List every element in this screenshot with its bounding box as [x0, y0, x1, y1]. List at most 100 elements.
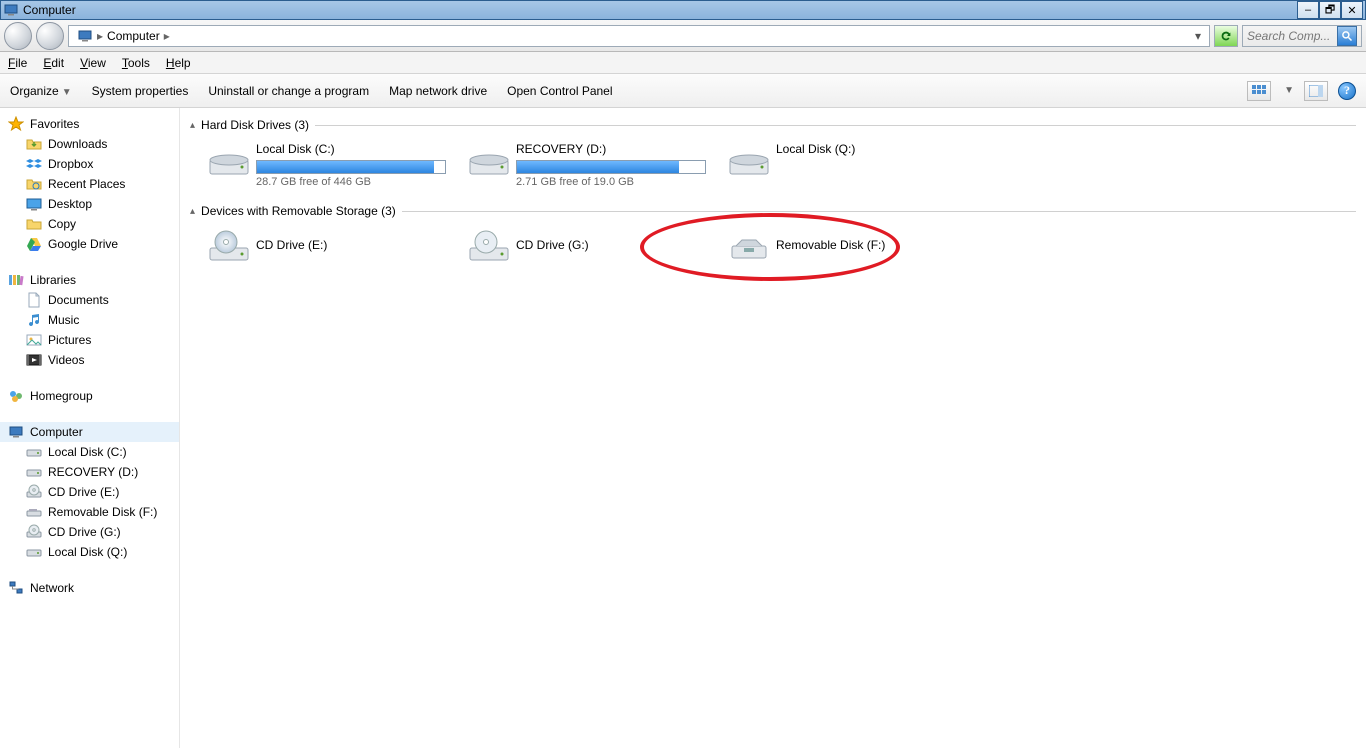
nav-network-header[interactable]: Network	[0, 578, 179, 598]
cmd-map-drive[interactable]: Map network drive	[389, 84, 487, 98]
nav-videos[interactable]: Videos	[0, 350, 179, 370]
cmd-uninstall[interactable]: Uninstall or change a program	[208, 84, 369, 98]
drive-name: Local Disk (C:)	[256, 142, 450, 156]
nav-libraries-header[interactable]: Libraries	[0, 270, 179, 290]
computer-icon	[8, 424, 24, 440]
nav-desktop[interactable]: Desktop	[0, 194, 179, 214]
libraries-icon	[8, 272, 24, 288]
nav-cd-g[interactable]: CD Drive (G:)	[0, 522, 179, 542]
section-removable-title: Devices with Removable Storage (3)	[201, 204, 396, 218]
document-icon	[26, 292, 42, 308]
content-pane: ▴ Hard Disk Drives (3) Local Disk (C:) 2…	[180, 108, 1366, 748]
disk-icon	[26, 544, 42, 560]
search-icon[interactable]	[1337, 26, 1357, 46]
drive-name: Removable Disk (F:)	[776, 238, 970, 252]
nav-computer-header[interactable]: Computer	[0, 422, 179, 442]
videos-icon	[26, 352, 42, 368]
hdd-icon	[468, 142, 510, 178]
address-bar[interactable]: ▸ Computer ▸ ▾	[68, 25, 1210, 47]
view-dropdown-icon[interactable]: ▼	[1284, 85, 1294, 96]
help-button[interactable]: ?	[1338, 82, 1356, 100]
nav-local-q[interactable]: Local Disk (Q:)	[0, 542, 179, 562]
drive-local-q[interactable]: Local Disk (Q:)	[724, 138, 974, 192]
folder-icon	[26, 216, 42, 232]
section-removable[interactable]: ▴ Devices with Removable Storage (3)	[190, 204, 1356, 218]
cmd-system-properties[interactable]: System properties	[92, 84, 189, 98]
maximize-button[interactable]: 🗗	[1319, 1, 1341, 19]
gdrive-icon	[26, 236, 42, 252]
nav-recovery-d[interactable]: RECOVERY (D:)	[0, 462, 179, 482]
nav-dropbox[interactable]: Dropbox	[0, 154, 179, 174]
drive-recovery-d[interactable]: RECOVERY (D:) 2.71 GB free of 19.0 GB	[464, 138, 714, 192]
collapse-icon: ▴	[190, 206, 195, 217]
nav-removable-f[interactable]: Removable Disk (F:)	[0, 502, 179, 522]
refresh-button[interactable]	[1214, 25, 1238, 47]
nav-homegroup-label: Homegroup	[30, 389, 93, 403]
menu-edit[interactable]: Edit	[43, 56, 64, 70]
nav-pictures[interactable]: Pictures	[0, 330, 179, 350]
nav-recent-places[interactable]: Recent Places	[0, 174, 179, 194]
navigation-bar: ▸ Computer ▸ ▾ Search Comp...	[0, 20, 1366, 52]
close-button[interactable]: ✕	[1341, 1, 1363, 19]
search-box[interactable]: Search Comp...	[1242, 25, 1362, 47]
network-icon	[8, 580, 24, 596]
music-icon	[26, 312, 42, 328]
section-hdd[interactable]: ▴ Hard Disk Drives (3)	[190, 118, 1356, 132]
nav-favorites: Favorites Downloads Dropbox Recent Place…	[0, 114, 179, 254]
homegroup-icon	[8, 388, 24, 404]
desktop-icon	[26, 196, 42, 212]
drive-name: CD Drive (G:)	[516, 238, 710, 252]
drive-cd-e[interactable]: CD Drive (E:)	[204, 224, 454, 268]
section-divider	[402, 211, 1356, 212]
nav-documents[interactable]: Documents	[0, 290, 179, 310]
nav-cd-e[interactable]: CD Drive (E:)	[0, 482, 179, 502]
pictures-icon	[26, 332, 42, 348]
cmd-control-panel[interactable]: Open Control Panel	[507, 84, 612, 98]
hdd-icon	[728, 142, 770, 178]
computer-small-icon	[3, 2, 19, 18]
change-view-button[interactable]	[1247, 81, 1271, 101]
drive-removable-f[interactable]: Removable Disk (F:)	[724, 224, 974, 268]
nav-libraries: Libraries Documents Music Pictures Video…	[0, 270, 179, 370]
menu-view[interactable]: View	[80, 56, 106, 70]
window-title: Computer	[23, 3, 1297, 17]
cd-drive-icon	[208, 228, 250, 264]
menu-file[interactable]: File	[8, 56, 27, 70]
nav-homegroup-header[interactable]: Homegroup	[0, 386, 179, 406]
nav-computer-label: Computer	[30, 425, 83, 439]
nav-network-label: Network	[30, 581, 74, 595]
minimize-button[interactable]: –	[1297, 1, 1319, 19]
nav-favorites-label: Favorites	[30, 117, 79, 131]
cmd-organize[interactable]: Organize▼	[10, 84, 72, 98]
forward-button[interactable]	[36, 22, 64, 50]
nav-local-c[interactable]: Local Disk (C:)	[0, 442, 179, 462]
window-titlebar: Computer – 🗗 ✕	[0, 0, 1366, 20]
address-dropdown-icon[interactable]: ▾	[1191, 29, 1205, 43]
drive-free-text: 28.7 GB free of 446 GB	[256, 176, 450, 188]
nav-homegroup: Homegroup	[0, 386, 179, 406]
drive-cd-g[interactable]: CD Drive (G:)	[464, 224, 714, 268]
menu-help[interactable]: Help	[166, 56, 191, 70]
drive-name: RECOVERY (D:)	[516, 142, 710, 156]
nav-google-drive[interactable]: Google Drive	[0, 234, 179, 254]
nav-computer: Computer Local Disk (C:) RECOVERY (D:) C…	[0, 422, 179, 562]
drive-free-text: 2.71 GB free of 19.0 GB	[516, 176, 710, 188]
capacity-bar	[516, 160, 706, 174]
nav-downloads[interactable]: Downloads	[0, 134, 179, 154]
dropbox-icon	[26, 156, 42, 172]
nav-network: Network	[0, 578, 179, 598]
drive-local-c[interactable]: Local Disk (C:) 28.7 GB free of 446 GB	[204, 138, 454, 192]
menu-bar: File Edit View Tools Help	[0, 52, 1366, 74]
breadcrumb-label: Computer	[107, 29, 160, 43]
nav-music[interactable]: Music	[0, 310, 179, 330]
cd-icon	[26, 484, 42, 500]
nav-libraries-label: Libraries	[30, 273, 76, 287]
breadcrumb-computer[interactable]: ▸ Computer ▸	[73, 28, 174, 44]
section-hdd-title: Hard Disk Drives (3)	[201, 118, 309, 132]
menu-tools[interactable]: Tools	[122, 56, 150, 70]
preview-pane-button[interactable]	[1304, 81, 1328, 101]
nav-copy[interactable]: Copy	[0, 214, 179, 234]
back-button[interactable]	[4, 22, 32, 50]
nav-favorites-header[interactable]: Favorites	[0, 114, 179, 134]
disk-icon	[26, 444, 42, 460]
